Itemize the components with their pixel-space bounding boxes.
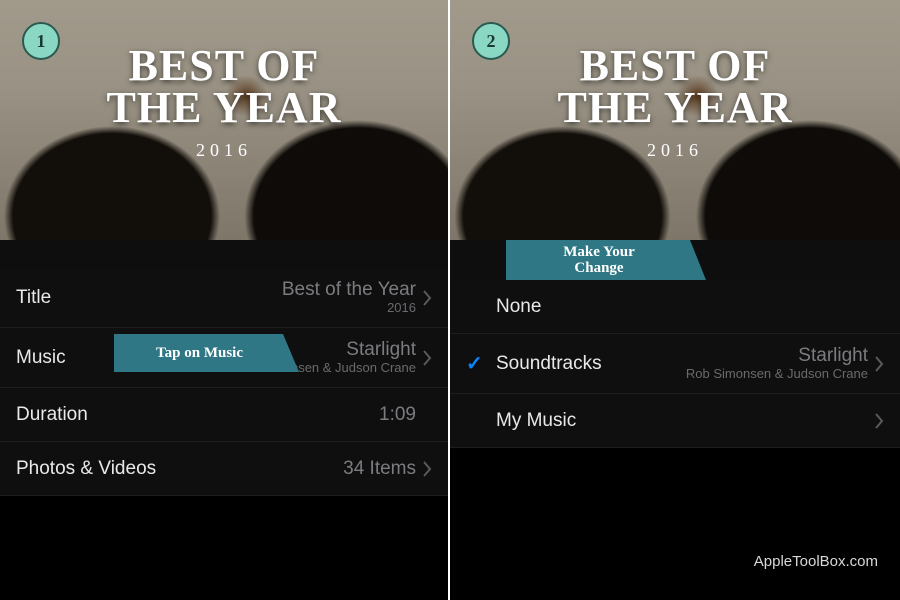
row-none[interactable]: None (450, 280, 900, 334)
chevron-right-icon (874, 355, 884, 373)
hero-year: 2016 (0, 140, 448, 161)
settings-list: Title Best of the Year 2016 Music Starli… (0, 268, 448, 496)
hero-title-line2: THE YEAR (107, 83, 342, 132)
callout-tap-on-music: Tap on Music (114, 334, 299, 372)
hero-image: BEST OF THE YEAR 2016 2 (450, 0, 900, 240)
row-title-label: Title (16, 287, 51, 309)
row-mymusic-label: My Music (496, 410, 576, 432)
title-value-sub: 2016 (387, 301, 416, 316)
music-options-list: None ✓ Soundtracks Starlight Rob Simonse… (450, 280, 900, 448)
row-soundtracks-value: Starlight Rob Simonsen & Judson Crane (602, 345, 874, 382)
chevron-right-icon (422, 349, 432, 367)
row-soundtracks-label: Soundtracks (496, 353, 602, 375)
row-photos-value: 34 Items (156, 458, 422, 480)
row-duration-label: Duration (16, 404, 88, 426)
spacer (0, 240, 448, 268)
callout-make-change: Make Your Change (506, 240, 706, 280)
hero-title: BEST OF THE YEAR (0, 45, 448, 129)
row-my-music[interactable]: My Music (450, 394, 900, 448)
chevron-right-icon (422, 460, 432, 478)
step-badge-2: 2 (472, 22, 510, 60)
chevron-right-icon (422, 289, 432, 307)
row-music[interactable]: Music Starlight Rob Simonsen & Judson Cr… (0, 328, 448, 388)
row-title[interactable]: Title Best of the Year 2016 (0, 268, 448, 328)
music-value-main: Starlight (346, 339, 416, 361)
hero-title-line2: THE YEAR (558, 83, 793, 132)
watermark: AppleToolBox.com (754, 553, 878, 570)
header-spacer: Make Your Change (450, 240, 900, 280)
hero-year: 2016 (450, 140, 900, 161)
soundtracks-value-main: Starlight (798, 345, 868, 367)
row-none-label: None (496, 296, 541, 318)
hero-title: BEST OF THE YEAR (450, 45, 900, 129)
row-duration-value: 1:09 (88, 404, 422, 426)
row-music-label: Music (16, 347, 66, 369)
callout-tap-text: Tap on Music (156, 345, 243, 362)
step-badge-1: 1 (22, 22, 60, 60)
row-soundtracks[interactable]: ✓ Soundtracks Starlight Rob Simonsen & J… (450, 334, 900, 394)
panel-step-2: BEST OF THE YEAR 2016 2 Make Your Change… (450, 0, 900, 600)
checkmark-icon: ✓ (466, 351, 490, 376)
row-photos-videos[interactable]: Photos & Videos 34 Items (0, 442, 448, 496)
callout-change-text: Make Your Change (563, 244, 635, 277)
row-duration[interactable]: Duration 1:09 (0, 388, 448, 442)
panel-step-1: BEST OF THE YEAR 2016 1 Title Best of th… (0, 0, 450, 600)
title-value-main: Best of the Year (282, 279, 416, 301)
row-photos-label: Photos & Videos (16, 458, 156, 480)
hero-image: BEST OF THE YEAR 2016 1 (0, 0, 448, 240)
row-title-value: Best of the Year 2016 (51, 279, 422, 316)
soundtracks-value-sub: Rob Simonsen & Judson Crane (686, 367, 868, 382)
chevron-right-icon (874, 412, 884, 430)
